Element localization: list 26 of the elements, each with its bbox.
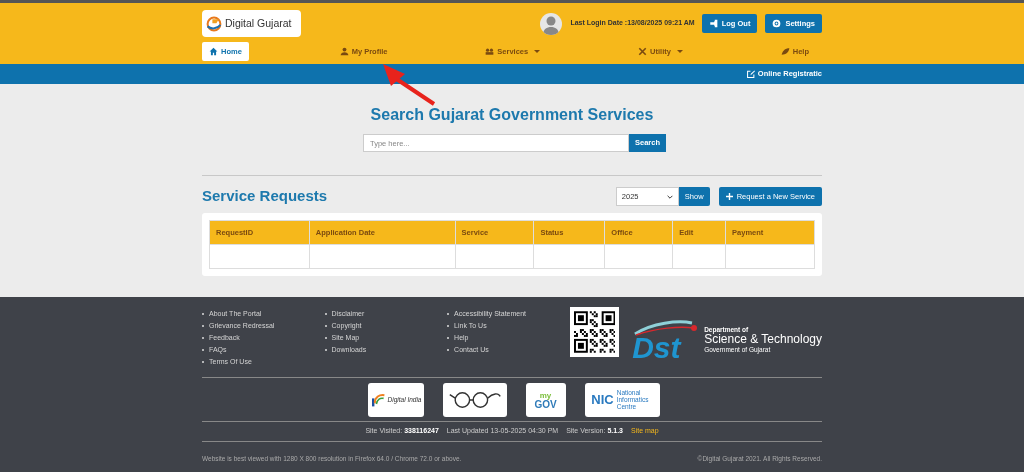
avatar-icon — [540, 12, 563, 35]
group-icon — [485, 47, 495, 56]
settings-icon — [772, 19, 782, 28]
qr-code — [569, 307, 620, 357]
partner-text: my — [539, 390, 552, 400]
dst-name-text: Science & Technology — [704, 333, 822, 346]
logo-badge[interactable]: Digital Gujarat — [202, 10, 301, 37]
partner-text: NIC — [591, 390, 614, 409]
dst-logo-text: Dst — [632, 331, 681, 364]
person-icon — [339, 47, 349, 56]
edit-icon — [746, 70, 755, 78]
logo-text: Digital Gujarat — [225, 15, 292, 31]
logo-icon — [206, 15, 222, 32]
partner-text: GOV — [534, 399, 557, 409]
section-heading: Service Requests — [202, 186, 328, 207]
chevron-icon — [666, 194, 673, 199]
partner-logo[interactable] — [442, 382, 507, 417]
sign-in-icon — [708, 19, 718, 28]
pointer-arrow — [381, 62, 437, 106]
home-icon — [209, 47, 218, 56]
page-heading: Search Gujarat Government Services — [370, 105, 654, 125]
swoosh-drawing — [634, 319, 699, 336]
leaf-icon — [780, 47, 790, 56]
plus-icon — [725, 193, 733, 200]
tools-icon — [638, 47, 648, 56]
partner-logo[interactable]: my GOV — [525, 382, 566, 417]
